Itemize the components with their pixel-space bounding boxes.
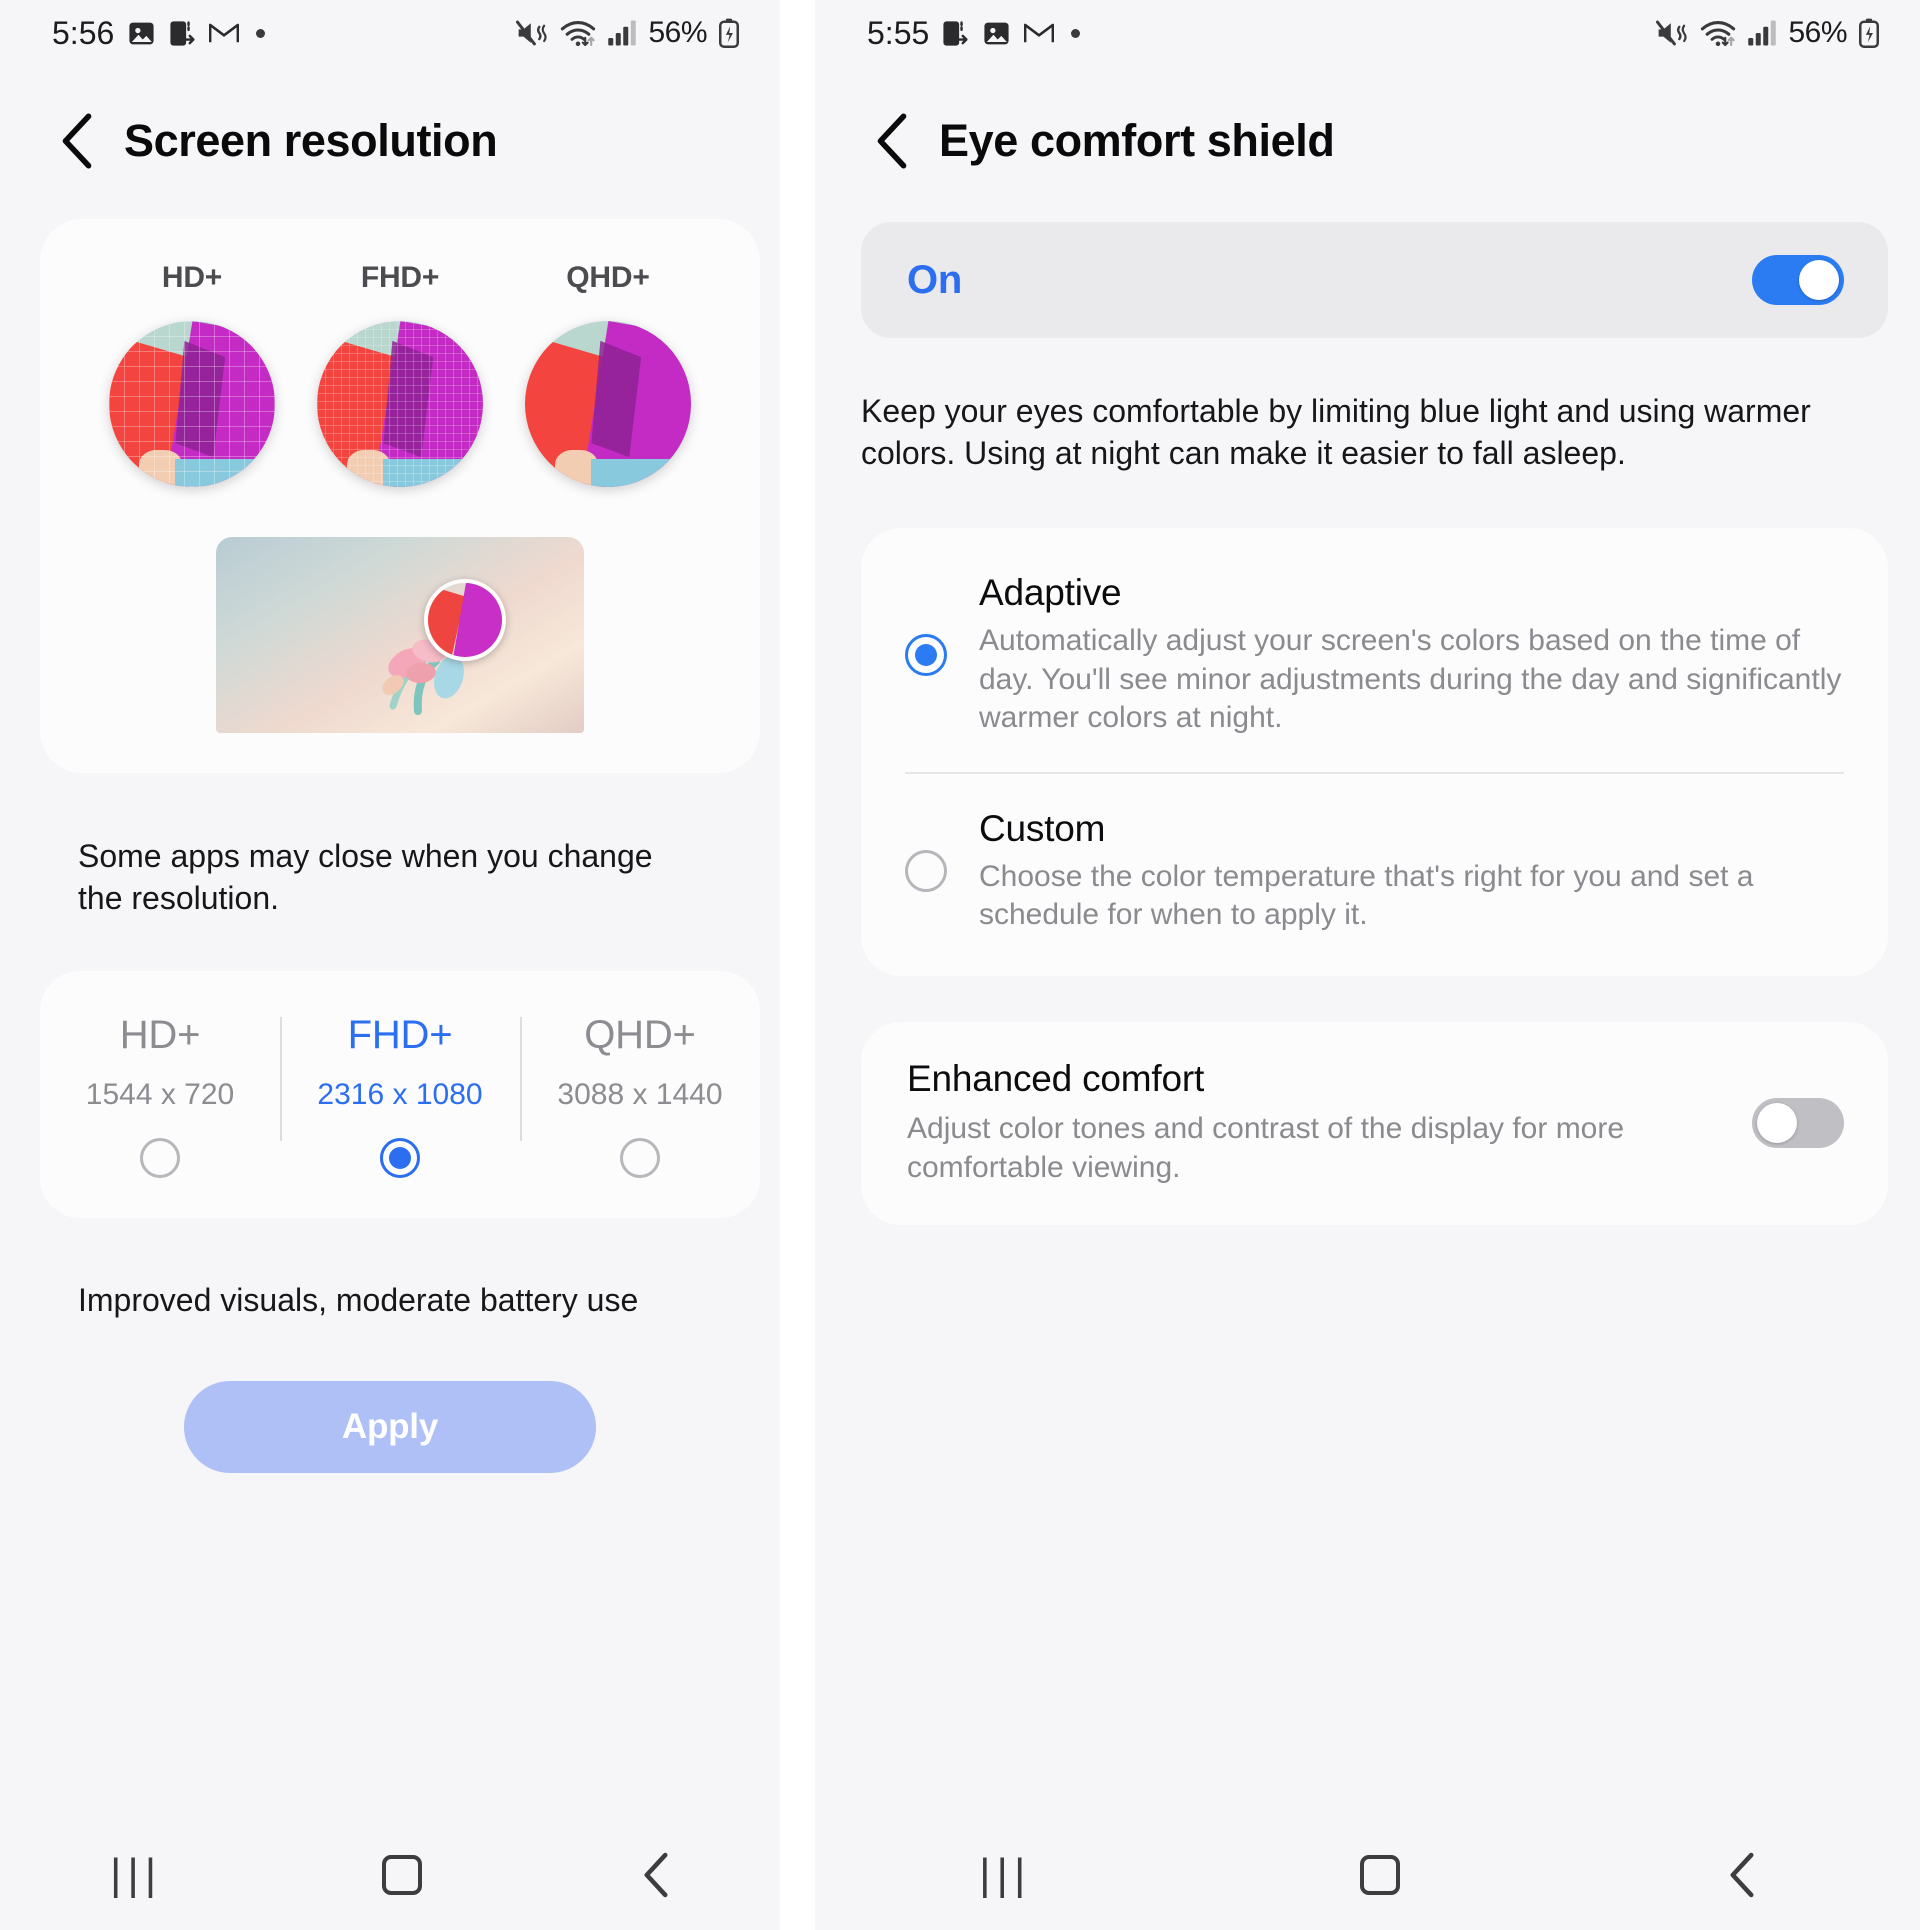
photos-icon — [127, 19, 156, 48]
status-time: 5:56 — [52, 14, 115, 51]
eye-comfort-shield-panel: 5:55 56% Eye comfort shield On Keep your… — [815, 0, 1920, 1930]
resolution-dims: 2316 x 1080 — [317, 1078, 483, 1112]
adaptive-text-block: Adaptive Automatically adjust your scree… — [979, 572, 1848, 737]
enhanced-comfort-card[interactable]: Enhanced comfort Adjust color tones and … — [861, 1022, 1888, 1226]
custom-description: Choose the color temperature that's righ… — [979, 859, 1754, 932]
signal-icon — [607, 19, 637, 47]
adaptive-radio[interactable] — [905, 634, 947, 677]
resolution-option-qhd[interactable]: QHD+ 3088 x 1440 — [520, 1013, 760, 1179]
panel-divider — [780, 0, 815, 1930]
gmail-icon — [1024, 20, 1055, 46]
status-time: 5:55 — [867, 14, 930, 51]
back-chevron-icon[interactable] — [60, 113, 94, 169]
status-bar-left: 5:56 56% — [0, 0, 780, 66]
enhanced-comfort-switch[interactable] — [1752, 1097, 1844, 1148]
status-bar-right-group: 56% — [1655, 16, 1880, 50]
dot-icon — [256, 28, 266, 38]
apply-button[interactable]: Apply — [184, 1381, 596, 1474]
resolution-name: FHD+ — [347, 1013, 453, 1058]
photos-icon — [982, 19, 1011, 48]
navigation-bar-left: ||| — [0, 1820, 780, 1930]
dot-icon — [1071, 28, 1081, 38]
home-icon[interactable] — [382, 1855, 423, 1895]
resolution-name: QHD+ — [584, 1013, 696, 1058]
mode-option-custom[interactable]: Custom Choose the color temperature that… — [861, 774, 1888, 969]
signal-icon — [1747, 19, 1777, 47]
nav-back-icon[interactable] — [642, 1852, 670, 1898]
enhanced-comfort-text-block: Enhanced comfort Adjust color tones and … — [907, 1058, 1728, 1187]
battery-percent: 56% — [1788, 16, 1847, 49]
recents-icon[interactable]: ||| — [979, 1850, 1031, 1900]
battery-icon — [1858, 18, 1880, 48]
preview-thumbnail — [317, 321, 483, 487]
back-chevron-icon[interactable] — [875, 113, 909, 169]
resolution-radio-hd[interactable] — [140, 1138, 180, 1179]
preview-thumbnail — [525, 321, 691, 487]
file-transfer-icon — [169, 19, 196, 48]
magnifier-loupe-icon — [424, 579, 506, 661]
resolution-notice: Some apps may close when you change the … — [78, 838, 653, 917]
battery-icon — [718, 18, 740, 48]
preview-label: FHD+ — [360, 261, 440, 294]
recents-icon[interactable]: ||| — [110, 1850, 162, 1900]
page-title: Eye comfort shield — [939, 115, 1335, 166]
resolution-name: HD+ — [119, 1013, 201, 1058]
preview-label: QHD+ — [566, 261, 650, 294]
preview-fhd[interactable]: FHD+ — [317, 261, 483, 487]
resolution-dims: 3088 x 1440 — [557, 1078, 723, 1112]
preview-hd[interactable]: HD+ — [109, 261, 275, 487]
adaptive-description: Automatically adjust your screen's color… — [979, 624, 1842, 735]
resolution-option-hd[interactable]: HD+ 1544 x 720 — [40, 1013, 280, 1179]
navigation-bar-right: ||| — [815, 1820, 1920, 1930]
page-title: Screen resolution — [124, 115, 498, 166]
eye-comfort-description: Keep your eyes comfortable by limiting b… — [861, 393, 1811, 472]
mute-vibrate-icon — [515, 18, 549, 48]
mode-option-adaptive[interactable]: Adaptive Automatically adjust your scree… — [861, 538, 1888, 771]
resolution-hint: Improved visuals, moderate battery use — [78, 1282, 639, 1319]
enhanced-comfort-title: Enhanced comfort — [907, 1058, 1205, 1100]
preview-label: HD+ — [161, 261, 223, 294]
status-bar-right: 5:55 56% — [815, 0, 1920, 66]
battery-percent: 56% — [648, 16, 707, 49]
page-header-right: Eye comfort shield — [815, 66, 1920, 216]
enhanced-comfort-description: Adjust color tones and contrast of the d… — [907, 1112, 1625, 1184]
adaptive-title: Adaptive — [979, 572, 1122, 614]
preview-thumbnail — [109, 321, 275, 487]
resolution-radio-qhd[interactable] — [620, 1138, 660, 1179]
master-toggle-switch[interactable] — [1752, 255, 1844, 305]
wallpaper-preview — [216, 537, 584, 733]
screen-resolution-panel: 5:56 56% Screen resolution HD+ FHD+ QHD+… — [0, 0, 780, 1930]
preview-qhd[interactable]: QHD+ — [525, 261, 691, 487]
wifi-icon — [560, 18, 596, 48]
preview-thumbnail-row: HD+ FHD+ QHD+ — [40, 261, 760, 487]
wifi-icon — [1700, 18, 1736, 48]
page-header-left: Screen resolution — [0, 66, 780, 216]
custom-text-block: Custom Choose the color temperature that… — [979, 808, 1848, 935]
gmail-icon — [209, 20, 240, 46]
status-bar-left-group: 5:56 — [52, 14, 266, 52]
nav-back-icon[interactable] — [1728, 1852, 1756, 1898]
master-toggle-label: On — [907, 257, 962, 302]
resolution-dims: 1544 x 720 — [85, 1078, 235, 1112]
resolution-selector-card: HD+ 1544 x 720 FHD+ 2316 x 1080 QHD+ 308… — [40, 971, 760, 1219]
home-icon[interactable] — [1359, 1855, 1400, 1895]
custom-title: Custom — [979, 807, 1106, 849]
status-bar-right-group: 56% — [515, 16, 740, 50]
eye-comfort-mode-card: Adaptive Automatically adjust your scree… — [861, 528, 1888, 977]
eye-comfort-master-row[interactable]: On — [861, 222, 1888, 338]
screenshot-root: 5:56 56% Screen resolution HD+ FHD+ QHD+… — [0, 0, 1920, 1930]
custom-radio[interactable] — [905, 850, 947, 893]
resolution-radio-fhd[interactable] — [380, 1138, 420, 1179]
resolution-preview-card: HD+ FHD+ QHD+ — [40, 219, 760, 773]
file-transfer-icon — [942, 19, 969, 48]
resolution-option-fhd[interactable]: FHD+ 2316 x 1080 — [280, 1013, 520, 1179]
mute-vibrate-icon — [1655, 18, 1689, 48]
status-bar-left-group: 5:55 — [867, 14, 1081, 52]
